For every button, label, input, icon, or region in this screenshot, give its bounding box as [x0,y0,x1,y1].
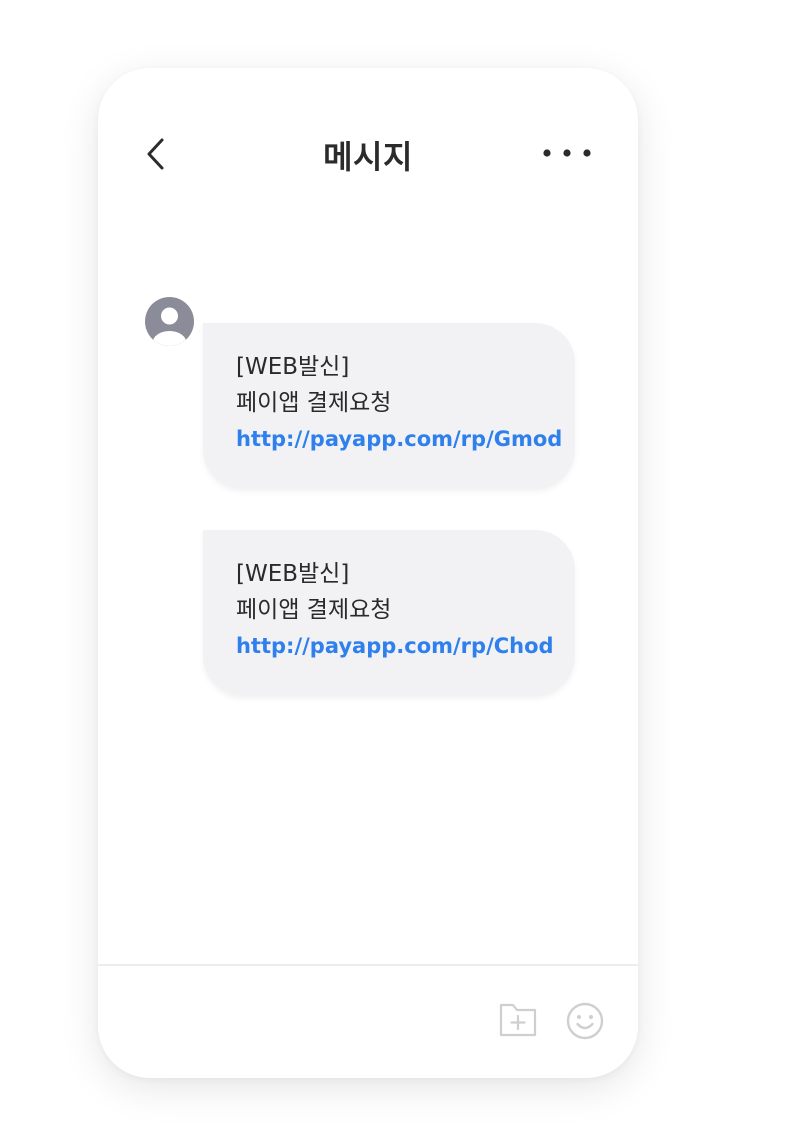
message-bubble: [WEB발신] 페이앱 결제요청 http://payapp.com/rp/Ch… [203,530,575,696]
input-divider [98,964,638,966]
message-sender-tag: [WEB발신] [236,354,350,380]
header: 메시지 [98,68,638,238]
message-bubble: [WEB발신] 페이앱 결제요청 http://payapp.com/rp/Gm… [203,323,575,489]
message-sender-tag: [WEB발신] [236,561,350,587]
folder-add-icon [499,1003,537,1037]
smiley-icon [566,1002,604,1040]
payment-link[interactable]: http://payapp.com/rp/Chod [236,628,575,664]
more-button[interactable] [538,138,598,168]
more-horizontal-icon [543,149,591,157]
emoji-button[interactable] [565,1001,605,1041]
user-avatar-icon [145,297,194,346]
attach-button[interactable] [498,1000,538,1038]
phone-frame: 메시지 [WEB발신] 페이앱 결제요청 http://payapp.com/r… [98,68,638,1078]
payment-link[interactable]: http://payapp.com/rp/Gmod [236,421,575,457]
avatar[interactable] [145,297,194,346]
message-text: 페이앱 결제요청 [236,390,392,416]
message-text: 페이앱 결제요청 [236,597,392,623]
